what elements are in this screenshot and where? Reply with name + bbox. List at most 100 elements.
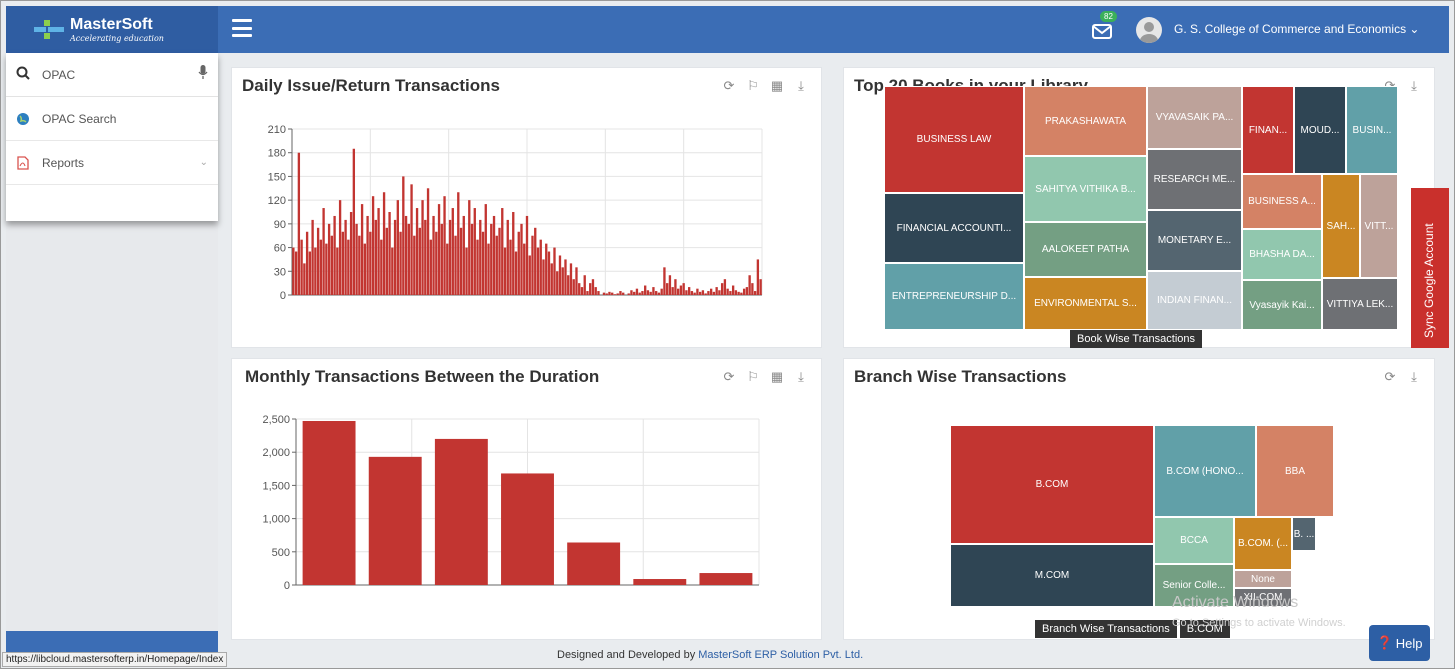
bar[interactable] bbox=[748, 275, 751, 295]
bar[interactable] bbox=[374, 219, 377, 295]
bar[interactable] bbox=[506, 219, 509, 295]
bar[interactable] bbox=[663, 267, 666, 295]
bar[interactable] bbox=[657, 292, 661, 295]
bar[interactable] bbox=[668, 275, 672, 295]
bar[interactable] bbox=[652, 287, 655, 295]
treemap-cell[interactable]: B.COM. (... bbox=[1234, 517, 1292, 570]
treemap-cell[interactable]: None bbox=[1234, 570, 1292, 588]
bar[interactable] bbox=[605, 293, 608, 295]
bar[interactable] bbox=[305, 231, 309, 295]
treemap-cell[interactable]: SAH... bbox=[1322, 174, 1360, 278]
bar[interactable] bbox=[421, 200, 424, 295]
bar[interactable] bbox=[638, 292, 641, 295]
bar[interactable] bbox=[451, 208, 454, 295]
bar[interactable] bbox=[622, 292, 625, 295]
bar[interactable] bbox=[655, 291, 658, 295]
bar[interactable] bbox=[368, 456, 422, 585]
bar[interactable] bbox=[742, 288, 746, 295]
bar[interactable] bbox=[671, 287, 674, 295]
bar[interactable] bbox=[338, 200, 342, 295]
treemap-cell[interactable]: B.COM (HONO... bbox=[1154, 425, 1256, 517]
bar[interactable] bbox=[303, 263, 306, 295]
bar[interactable] bbox=[682, 283, 685, 295]
treemap-cell[interactable]: RESEARCH ME... bbox=[1147, 149, 1242, 210]
bar[interactable] bbox=[314, 247, 317, 295]
bar[interactable] bbox=[619, 291, 622, 295]
treemap-cell[interactable]: FINANCIAL ACCOUNTI... bbox=[884, 193, 1024, 263]
bar[interactable] bbox=[666, 283, 669, 295]
bar[interactable] bbox=[446, 243, 449, 295]
bar[interactable] bbox=[492, 215, 496, 295]
sync-google-account-button[interactable]: Sync Google Account bbox=[1411, 188, 1449, 348]
bar[interactable] bbox=[731, 285, 735, 295]
bar[interactable] bbox=[534, 227, 537, 295]
treemap-cell[interactable]: BCCA bbox=[1154, 517, 1234, 564]
bar[interactable] bbox=[718, 290, 721, 295]
bar[interactable] bbox=[440, 223, 443, 295]
treemap-cell[interactable]: AALOKEET PATHA bbox=[1024, 222, 1147, 277]
bar[interactable] bbox=[396, 200, 399, 295]
bar[interactable] bbox=[597, 291, 600, 295]
bar[interactable] bbox=[448, 219, 452, 295]
bar[interactable] bbox=[344, 219, 347, 295]
bar[interactable] bbox=[322, 208, 325, 295]
bar[interactable] bbox=[388, 212, 391, 295]
bar[interactable] bbox=[520, 223, 523, 295]
bar[interactable] bbox=[501, 473, 554, 585]
bar[interactable] bbox=[602, 292, 606, 295]
bar[interactable] bbox=[523, 243, 526, 295]
bar[interactable] bbox=[457, 192, 460, 295]
bar[interactable] bbox=[358, 235, 361, 295]
footer-company-link[interactable]: MasterSoft ERP Solution Pvt. Ltd. bbox=[698, 649, 863, 661]
bar[interactable] bbox=[531, 235, 534, 295]
bar[interactable] bbox=[679, 285, 683, 295]
bar[interactable] bbox=[418, 227, 421, 295]
bar[interactable] bbox=[341, 231, 345, 295]
treemap-cell[interactable]: PRAKASHAWATA bbox=[1024, 86, 1147, 156]
bar[interactable] bbox=[308, 251, 312, 295]
treemap-cell[interactable]: MOUD... bbox=[1294, 86, 1346, 174]
bar[interactable] bbox=[297, 152, 301, 295]
treemap-cell[interactable]: M.COM bbox=[950, 544, 1154, 607]
bar[interactable] bbox=[753, 291, 757, 295]
bar[interactable] bbox=[410, 184, 413, 295]
logo[interactable]: MasterSoft Accelerating education bbox=[6, 6, 218, 53]
bar[interactable] bbox=[690, 291, 694, 295]
bar[interactable] bbox=[514, 251, 518, 295]
treemap-cell[interactable]: VYAVASAIK PA... bbox=[1147, 86, 1242, 149]
bar[interactable] bbox=[630, 290, 633, 295]
bar[interactable] bbox=[693, 292, 696, 295]
bar[interactable] bbox=[608, 291, 611, 295]
bar[interactable] bbox=[487, 243, 490, 295]
bar[interactable] bbox=[434, 438, 488, 585]
treemap-cell[interactable]: BHASHA DA... bbox=[1242, 229, 1322, 280]
user-avatar[interactable] bbox=[1136, 17, 1162, 43]
bar[interactable] bbox=[556, 271, 559, 295]
bar[interactable] bbox=[330, 235, 334, 295]
bar[interactable] bbox=[319, 239, 323, 295]
bar[interactable] bbox=[402, 176, 405, 295]
microphone-icon[interactable] bbox=[198, 64, 208, 85]
bar[interactable] bbox=[355, 223, 358, 295]
bar[interactable] bbox=[726, 288, 729, 295]
bar[interactable] bbox=[698, 291, 702, 295]
bar[interactable] bbox=[443, 196, 446, 295]
bar[interactable] bbox=[399, 231, 402, 295]
sidebar-search[interactable]: OPAC bbox=[6, 53, 218, 97]
bar[interactable] bbox=[586, 291, 589, 295]
bar[interactable] bbox=[712, 291, 716, 295]
bar[interactable] bbox=[481, 231, 485, 295]
bar[interactable] bbox=[424, 219, 427, 295]
bar[interactable] bbox=[377, 208, 380, 295]
bar[interactable] bbox=[572, 279, 575, 295]
bar[interactable] bbox=[644, 285, 647, 295]
bar[interactable] bbox=[302, 420, 356, 585]
bar[interactable] bbox=[677, 288, 680, 295]
treemap-cell[interactable]: BUSIN... bbox=[1346, 86, 1398, 174]
bar[interactable] bbox=[498, 227, 501, 295]
treemap-cell[interactable]: FINAN... bbox=[1242, 86, 1294, 174]
bar[interactable] bbox=[509, 239, 512, 295]
bar[interactable] bbox=[352, 148, 356, 295]
bar[interactable] bbox=[382, 192, 386, 295]
bar[interactable] bbox=[740, 292, 743, 295]
